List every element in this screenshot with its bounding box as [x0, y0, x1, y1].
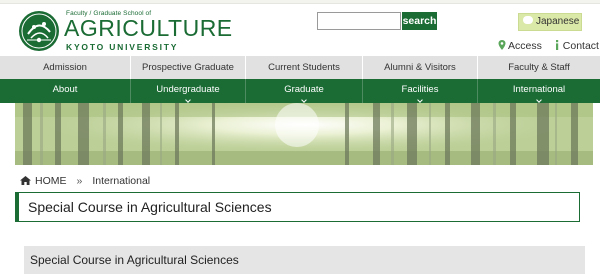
logo-agriculture-text: AGRICULTURE [64, 15, 233, 41]
breadcrumb: HOME » International [20, 175, 150, 187]
nav-facilities[interactable]: Facilities [363, 79, 478, 103]
breadcrumb-current[interactable]: International [92, 175, 150, 187]
section-heading: Special Course in Agricultural Sciences [30, 253, 239, 267]
contact-link[interactable]: Contact [553, 40, 599, 52]
audience-nav: Admission Prospective Graduate Current S… [0, 56, 600, 79]
chevron-down-icon [185, 97, 191, 103]
breadcrumb-separator: » [76, 175, 83, 187]
nav-graduate-label: Graduate [284, 84, 324, 95]
access-link-label: Access [508, 40, 542, 52]
nav-international-label: International [512, 84, 566, 95]
info-icon [555, 40, 558, 51]
hero-forest-image [15, 103, 593, 165]
page-title-box: Special Course in Agricultural Sciences [15, 192, 580, 222]
home-icon [20, 175, 31, 185]
search-input[interactable] [317, 12, 401, 30]
nav-current-students[interactable]: Current Students [246, 56, 363, 79]
language-button[interactable]: Japanese [518, 13, 582, 31]
logo-university-text: KYOTO UNIVERSITY [66, 42, 179, 52]
chevron-down-icon [536, 97, 542, 103]
nav-admission[interactable]: Admission [0, 56, 131, 79]
nav-graduate[interactable]: Graduate [246, 79, 363, 103]
site-logo[interactable]: Faculty / Graduate School of AGRICULTURE… [18, 9, 232, 53]
nav-international[interactable]: International [478, 79, 600, 103]
search-button[interactable]: search [402, 12, 437, 30]
access-link[interactable]: Access [498, 40, 542, 52]
nav-facilities-label: Facilities [401, 84, 439, 95]
nav-about-label: About [52, 84, 78, 95]
page-title: Special Course in Agricultural Sciences [28, 199, 272, 215]
agriculture-emblem-icon [19, 11, 59, 51]
nav-alumni-visitors[interactable]: Alumni & Visitors [363, 56, 478, 79]
nav-prospective-graduate[interactable]: Prospective Graduate [131, 56, 246, 79]
speech-bubble-icon [523, 16, 533, 25]
contact-link-label: Contact [562, 40, 599, 52]
nav-about[interactable]: About [0, 79, 131, 103]
site-header: Faculty / Graduate School of AGRICULTURE… [0, 4, 600, 54]
section-heading-box: Special Course in Agricultural Sciences [24, 246, 585, 274]
nav-undergraduate-label: Undergraduate [156, 84, 220, 95]
breadcrumb-home[interactable]: HOME [35, 175, 67, 187]
main-nav: About Undergraduate Graduate Facilities … [0, 79, 600, 103]
chevron-down-icon [417, 97, 423, 103]
chevron-down-icon [301, 97, 307, 103]
title-accent-bar [16, 193, 19, 221]
map-pin-icon [498, 40, 506, 51]
utility-links: Access Contact [498, 40, 600, 52]
language-button-label: Japanese [536, 16, 580, 27]
nav-faculty-staff[interactable]: Faculty & Staff [478, 56, 600, 79]
nav-undergraduate[interactable]: Undergraduate [131, 79, 246, 103]
forest-illustration [15, 103, 593, 165]
